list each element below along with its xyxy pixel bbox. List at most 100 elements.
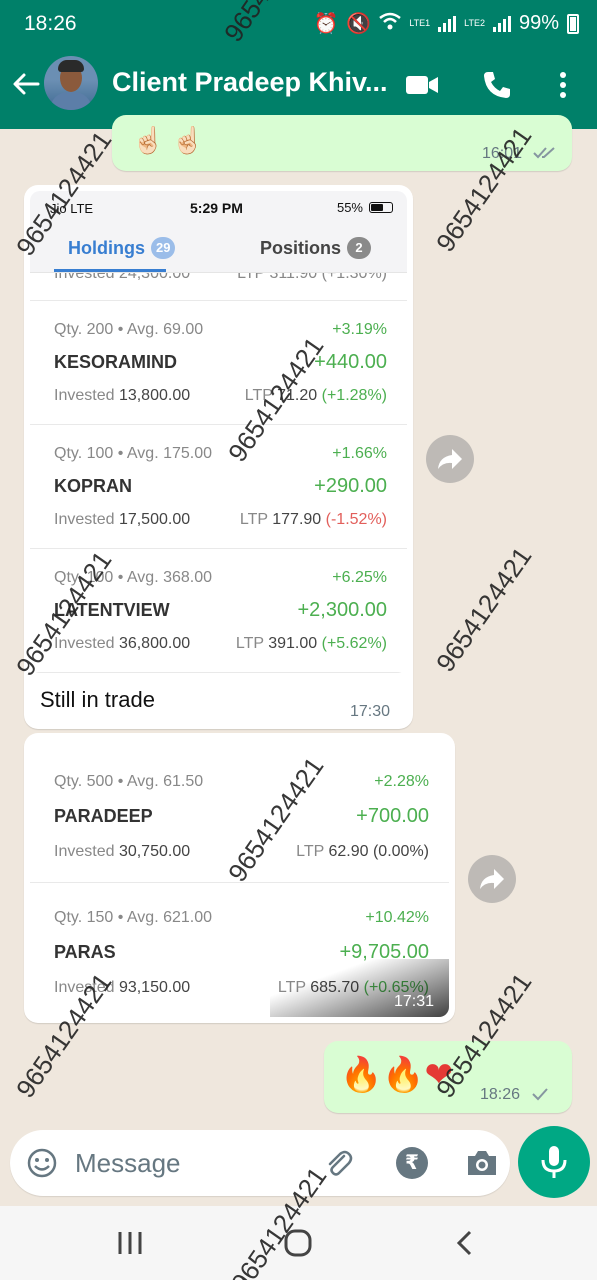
video-call-icon[interactable] [405, 74, 439, 96]
ios-battery-percent: 55% [336, 200, 363, 215]
chat-header: Client Pradeep Khiv... [0, 52, 597, 122]
holding-row: Qty. 100 • Avg. 175.00 +1.66% KOPRAN +290.0… [30, 425, 407, 549]
holding-row-partial: Invested 24,300.00 LTP 311.90 (+1.30%) [30, 273, 407, 301]
microphone-icon [541, 1146, 567, 1178]
holdings-tabs: Holdings 29 Positions 2 [30, 223, 407, 273]
more-options-icon[interactable] [552, 70, 574, 100]
message-time: 17:31 [394, 993, 435, 1010]
forward-button[interactable] [426, 435, 474, 483]
message-incoming-image[interactable]: Qty. 500 • Avg. 61.50 +2.28% PARADEEP +700.… [24, 733, 455, 1023]
wifi-icon [379, 12, 402, 36]
holding-ltp-change: (+1.28%) [321, 387, 387, 404]
holding-pnl: +290.00 [314, 475, 387, 497]
holding-ltp-label: LTP [244, 387, 273, 404]
holding-symbol: KESORAMIND [54, 352, 178, 372]
status-bar: 18:26 ⏰ 🔇 LTE1 LTE2 99% [0, 0, 597, 50]
holding-ltp-change: (0.00%) [372, 843, 429, 860]
holding-qty: Qty. 200 [54, 321, 114, 338]
message-outgoing[interactable]: ☝🏻 ☝🏻 16:01 [112, 115, 572, 171]
tab-count: 29 [151, 237, 176, 259]
back-arrow-icon[interactable] [10, 68, 42, 100]
ios-battery: 55% [337, 200, 393, 215]
battery-icon [369, 202, 393, 213]
holding-invested-label: Invested [54, 843, 115, 860]
message-input[interactable] [75, 1130, 295, 1196]
avatar[interactable] [44, 56, 98, 110]
holding-qty: Qty. 500 [54, 773, 114, 790]
recent-apps-icon[interactable] [110, 1226, 150, 1260]
holding-avg: Avg. 368.00 [126, 569, 213, 586]
holding-pnl: +2,300.00 [297, 599, 387, 621]
alarm-icon: ⏰ [313, 13, 339, 35]
message-time: 17:30 [350, 703, 391, 720]
holding-symbol: KOPRAN [54, 476, 133, 496]
holding-qty: Qty. 100 [54, 569, 114, 586]
holding-invested: 93,150.00 [118, 979, 191, 996]
tab-count: 2 [347, 237, 372, 259]
mute-icon: 🔇 [346, 13, 372, 35]
message-outgoing[interactable]: 🔥🔥❤ 18:26 [324, 1041, 572, 1113]
voice-record-button[interactable] [518, 1126, 590, 1198]
holdings-screenshot[interactable]: Qty. 500 • Avg. 61.50 +2.28% PARADEEP +700.… [30, 739, 449, 1017]
holding-qty: Qty. 150 [54, 909, 114, 926]
payment-rupee-icon[interactable]: ₹ [396, 1147, 428, 1179]
message-emoji: 🔥🔥❤ [340, 1056, 454, 1094]
holding-pct: +3.19% [332, 321, 387, 338]
holding-row: Qty. 500 • Avg. 61.50 +2.28% PARADEEP +700.… [30, 747, 449, 883]
battery-icon [567, 13, 579, 34]
holding-pct: +10.42% [365, 909, 429, 926]
tab-label: Positions [260, 237, 342, 258]
holding-invested: 17,500.00 [118, 511, 191, 528]
holdings-list: Qty. 200 • Avg. 69.00 +3.19% KESORAMIND +44… [30, 301, 407, 673]
holding-invested-label: Invested [54, 635, 115, 652]
emoji-icon[interactable] [26, 1147, 58, 1179]
lte1-label: LTE1 [409, 18, 431, 28]
attach-icon[interactable] [322, 1147, 354, 1179]
forward-icon [438, 449, 462, 469]
message-time: 18:26 [480, 1086, 521, 1103]
holding-symbol: PARAS [54, 942, 116, 962]
camera-icon[interactable] [465, 1148, 499, 1178]
holding-row: Qty. 200 • Avg. 69.00 +3.19% KESORAMIND +44… [30, 301, 407, 425]
tab-holdings: Holdings 29 [68, 237, 176, 259]
message-caption: Still in trade [40, 687, 155, 712]
message-time: 16:01 [482, 145, 523, 162]
holding-pnl: +700.00 [356, 805, 429, 827]
holding-ltp: 391.00 [268, 635, 318, 652]
phone-call-icon[interactable] [481, 69, 513, 101]
home-icon[interactable] [278, 1226, 318, 1260]
holdings-screenshot[interactable]: Jio LTE 5:29 PM 55% Holdings 29 Position… [30, 191, 407, 673]
back-icon[interactable] [446, 1226, 486, 1260]
holding-symbol: PARADEEP [54, 806, 153, 826]
holding-avg: Avg. 61.50 [126, 773, 204, 790]
holding-avg: Avg. 621.00 [126, 909, 213, 926]
sent-check-icon [532, 1088, 548, 1101]
chat-area[interactable]: ☝🏻 ☝🏻 16:01 Jio LTE 5:29 PM 55% Holdings… [0, 115, 597, 1129]
ios-time: 5:29 PM [190, 200, 243, 216]
holding-ltp-change: (-1.52%) [325, 511, 387, 528]
read-receipt-icon [533, 147, 555, 159]
system-nav-bar [0, 1206, 597, 1280]
message-emoji: ☝🏻 ☝🏻 [132, 125, 204, 155]
holding-ltp: LTP 311.90 (+1.30%) [237, 273, 387, 282]
holding-pct: +6.25% [332, 569, 387, 586]
tab-label: Holdings [68, 237, 145, 258]
message-incoming-image[interactable]: Jio LTE 5:29 PM 55% Holdings 29 Position… [24, 185, 413, 729]
holding-invested: Invested 24,300.00 [54, 273, 191, 282]
signal-icon [438, 15, 457, 32]
tab-underline [54, 269, 166, 272]
holding-ltp: 62.90 [328, 843, 369, 860]
holding-pct: +1.66% [332, 445, 387, 462]
holding-ltp-label: LTP [239, 511, 268, 528]
forward-button[interactable] [468, 855, 516, 903]
holding-symbol: LATENTVIEW [54, 600, 170, 620]
carrier-label: Jio LTE [50, 201, 94, 216]
signal-icon [492, 15, 511, 32]
app-header: 18:26 ⏰ 🔇 LTE1 LTE2 99% Client Pradeep K… [0, 0, 597, 129]
battery-percent: 99% [518, 12, 559, 34]
ios-status-bar: Jio LTE 5:29 PM 55% [30, 191, 407, 223]
chat-title[interactable]: Client Pradeep Khiv... [112, 67, 388, 98]
holding-invested: 13,800.00 [118, 387, 191, 404]
holding-invested-label: Invested [54, 979, 115, 996]
holding-invested-label: Invested [54, 387, 115, 404]
